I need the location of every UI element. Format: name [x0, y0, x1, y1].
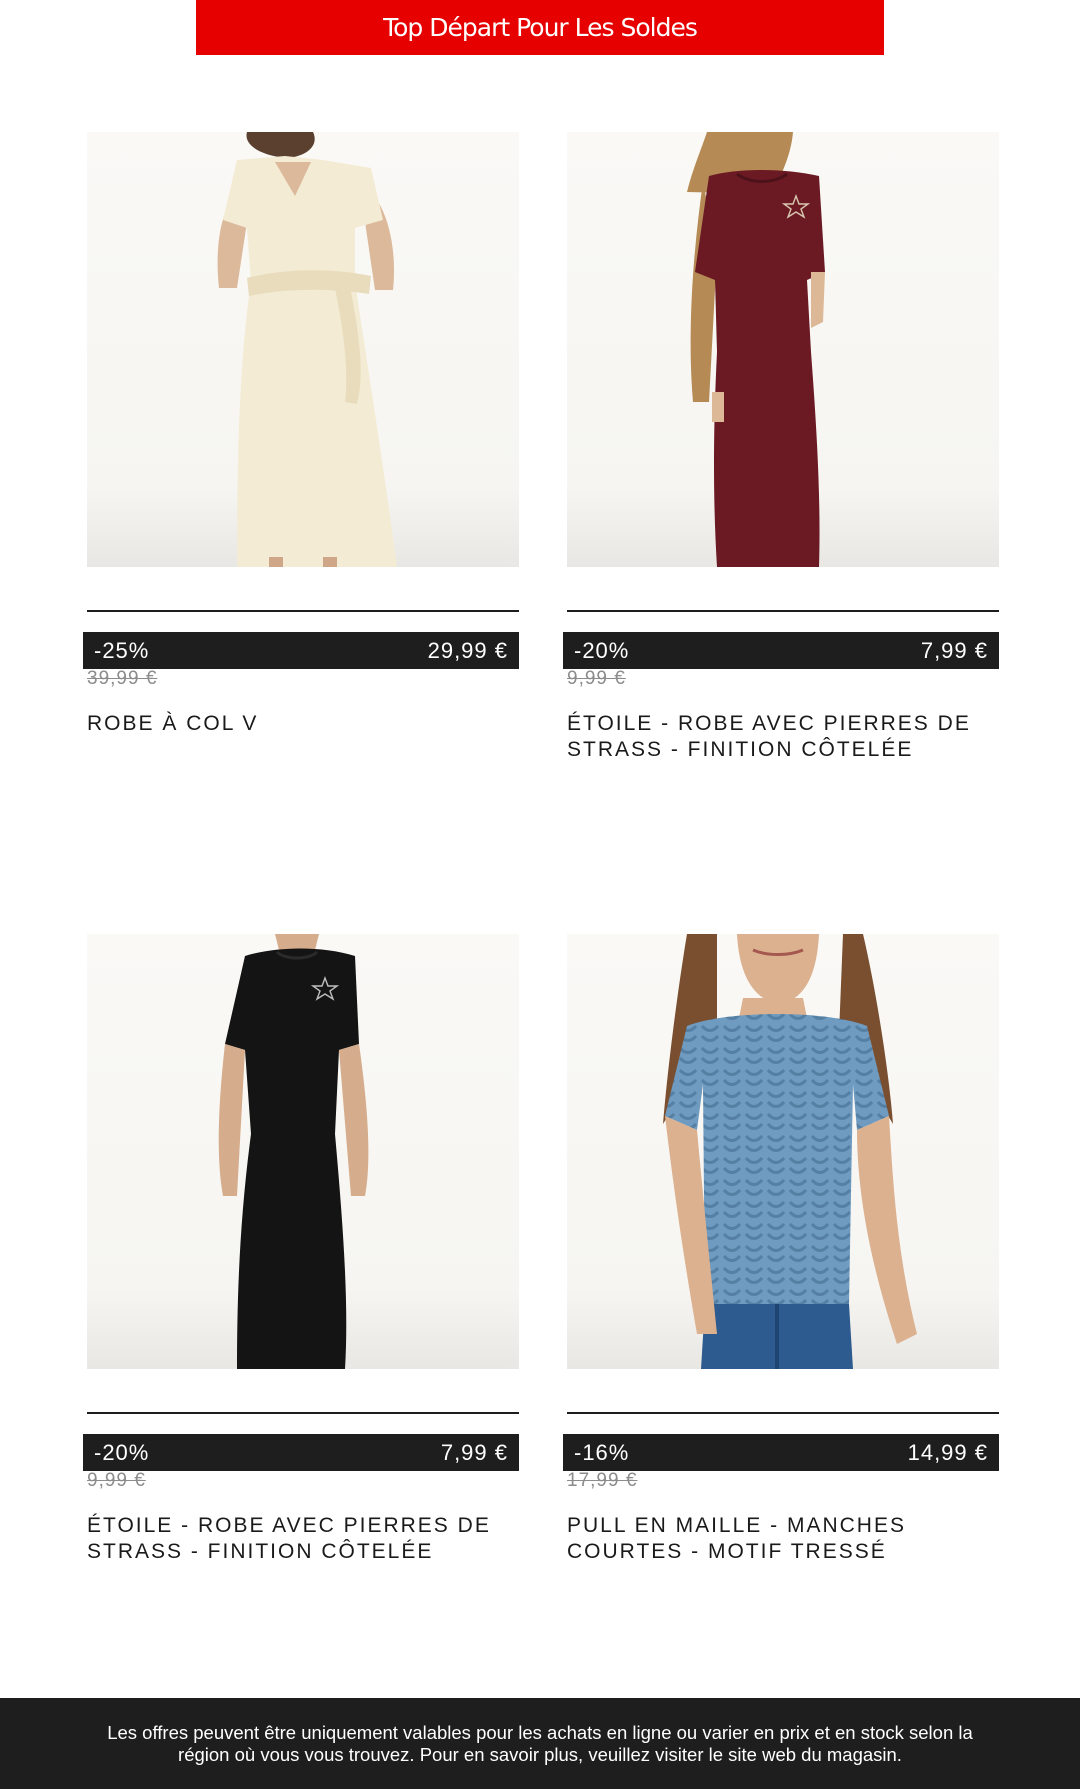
discount-badge: -25%	[94, 637, 150, 663]
original-price: 9,99 €	[567, 668, 626, 689]
price-bar: -20% 7,99 €	[83, 1434, 519, 1471]
soldes-banner-button[interactable]: Top Départ Pour Les Soldes	[196, 0, 884, 55]
divider	[87, 610, 519, 612]
blue-sweater-figure	[663, 934, 917, 1369]
girl-burgundy-star-dress-image[interactable]	[567, 132, 999, 567]
woman-blue-cable-knit-sweater-image[interactable]	[567, 934, 999, 1369]
footer-disclaimer: Les offres peuvent être uniquement valab…	[0, 1698, 1080, 1789]
woman-cream-v-neck-dress-image[interactable]	[87, 132, 519, 567]
burgundy-dress-figure	[687, 132, 825, 567]
product-title-link[interactable]: ÉTOILE - ROBE AVEC PIERRES DE STRASS - F…	[567, 711, 999, 763]
original-price: 9,99 €	[87, 1470, 146, 1491]
price-bar: -16% 14,99 €	[563, 1434, 999, 1471]
cream-dress-figure	[217, 132, 397, 567]
sale-price: 14,99 €	[907, 1439, 988, 1465]
price-bar: -20% 7,99 €	[563, 632, 999, 669]
black-dress-figure	[218, 934, 369, 1369]
original-price: 17,99 €	[567, 1470, 638, 1491]
divider	[567, 610, 999, 612]
product-title-link[interactable]: ÉTOILE - ROBE AVEC PIERRES DE STRASS - F…	[87, 1513, 519, 1565]
original-price: 39,99 €	[87, 668, 158, 689]
price-bar: -25% 29,99 €	[83, 632, 519, 669]
divider	[87, 1412, 519, 1414]
discount-badge: -20%	[94, 1439, 150, 1465]
disclaimer-text: Les offres peuvent être uniquement valab…	[107, 1721, 973, 1765]
sale-price: 7,99 €	[920, 637, 988, 663]
product-title-link[interactable]: PULL EN MAILLE - MANCHES COURTES - MOTIF…	[567, 1513, 999, 1565]
product-title-link[interactable]: ROBE À COL V	[87, 711, 519, 737]
divider	[567, 1412, 999, 1414]
discount-badge: -16%	[574, 1439, 630, 1465]
sale-price: 7,99 €	[440, 1439, 508, 1465]
discount-badge: -20%	[574, 637, 630, 663]
sale-price: 29,99 €	[427, 637, 508, 663]
black-star-ribbed-dress-image[interactable]	[87, 934, 519, 1369]
